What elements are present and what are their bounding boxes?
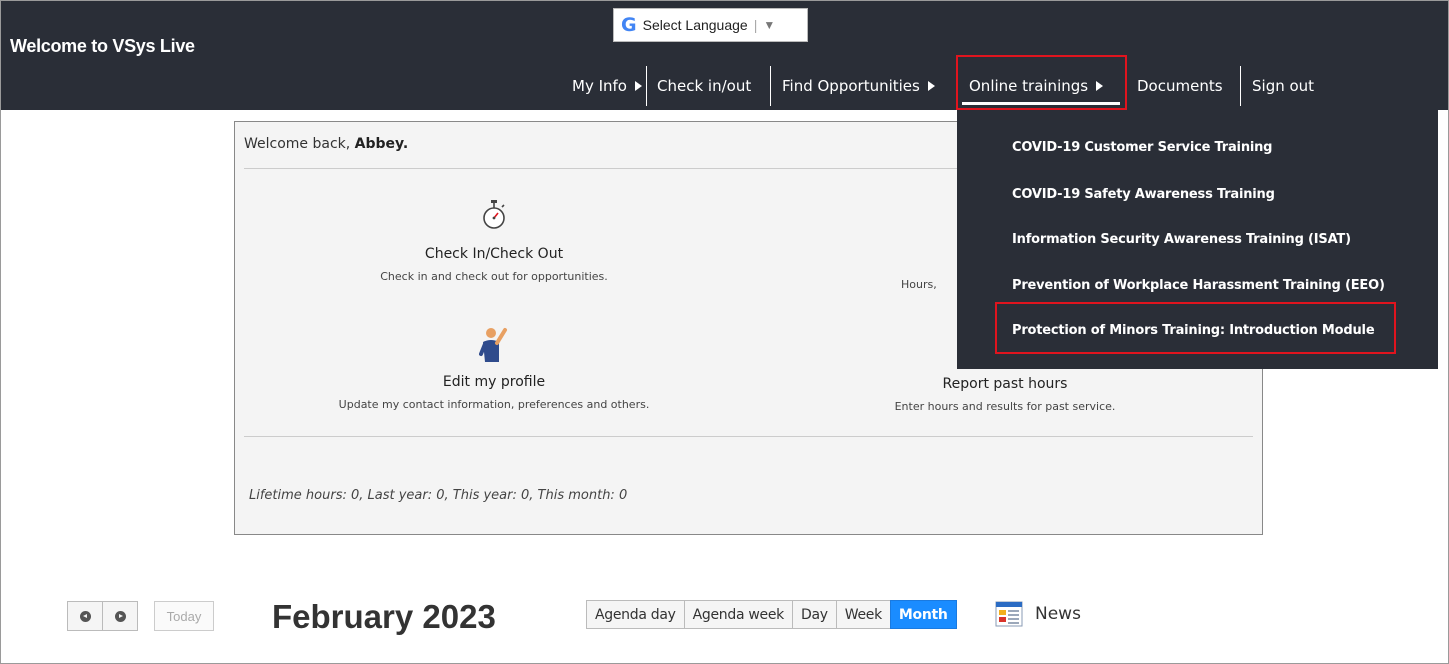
- view-agenda-week[interactable]: Agenda week: [683, 600, 793, 629]
- calendar-view-switcher: Agenda day Agenda week Day Week Month: [586, 600, 957, 629]
- next-month-button[interactable]: [102, 601, 138, 631]
- nav-find-opportunities[interactable]: Find Opportunities: [782, 66, 935, 106]
- tile-edit-profile-title: Edit my profile: [442, 374, 546, 390]
- language-label: Select Language: [642, 17, 748, 33]
- tile-hours-desc: Hours,: [901, 278, 937, 291]
- calendar-title: February 2023: [272, 598, 496, 635]
- caret-right-icon: [634, 81, 642, 91]
- lifetime-hours: Lifetime hours: 0, Last year: 0, This ye…: [249, 488, 628, 503]
- tile-report-title: Report past hours: [942, 376, 1068, 392]
- highlight-protection-of-minors: [995, 302, 1396, 354]
- nav-sign-out-label: Sign out: [1252, 77, 1315, 95]
- nav-documents[interactable]: Documents: [1137, 66, 1223, 106]
- view-agenda-day[interactable]: Agenda day: [586, 600, 685, 629]
- today-button[interactable]: Today: [154, 601, 214, 631]
- welcome-message: Welcome back, Abbey.: [244, 136, 408, 152]
- language-divider: |: [753, 17, 758, 33]
- highlight-online-trainings: [956, 55, 1127, 110]
- menu-item-covid-customer-service[interactable]: COVID-19 Customer Service Training: [1012, 140, 1272, 155]
- nav-my-info-label: My Info: [572, 77, 627, 95]
- view-week[interactable]: Week: [835, 600, 891, 629]
- nav-divider: [1240, 66, 1241, 106]
- nav-check-in-out-label: Check in/out: [657, 77, 752, 95]
- newspaper-icon: [995, 601, 1023, 627]
- view-day[interactable]: Day: [791, 600, 837, 629]
- nav-check-in-out[interactable]: Check in/out: [657, 66, 751, 106]
- tile-check-in-out-desc: Check in and check out for opportunities…: [380, 270, 608, 283]
- menu-item-isat[interactable]: Information Security Awareness Training …: [1012, 232, 1351, 247]
- caret-right-icon: [927, 81, 935, 91]
- divider: [244, 436, 1253, 437]
- nav-my-info[interactable]: My Info: [572, 66, 642, 106]
- nav-divider: [646, 66, 647, 106]
- news-label: News: [1035, 604, 1081, 624]
- tile-report-desc: Enter hours and results for past service…: [894, 400, 1116, 413]
- nav-documents-label: Documents: [1137, 77, 1223, 95]
- tile-edit-profile-desc: Update my contact information, preferenc…: [338, 398, 650, 411]
- main-nav: My Info Check in/out Find Opportunities …: [0, 66, 1449, 106]
- stopwatch-icon: [483, 200, 505, 229]
- nav-divider: [770, 66, 771, 106]
- top-header: Welcome to VSys Live G Select Language |…: [0, 0, 1449, 110]
- news-link[interactable]: News: [995, 601, 1081, 627]
- tile-edit-profile[interactable]: Edit my profile Update my contact inform…: [314, 326, 674, 411]
- dropdown-arrow-icon: ▼: [763, 18, 776, 32]
- language-selector[interactable]: G Select Language | ▼: [613, 8, 808, 42]
- person-waving-icon: [479, 328, 507, 362]
- prev-month-button[interactable]: [67, 601, 103, 631]
- chevron-right-icon: [114, 610, 126, 622]
- welcome-prefix: Welcome back,: [244, 136, 355, 152]
- view-month[interactable]: Month: [889, 600, 957, 629]
- nav-sign-out[interactable]: Sign out: [1252, 66, 1314, 106]
- tile-check-in-out[interactable]: Check In/Check Out Check in and check ou…: [314, 198, 674, 283]
- user-name: Abbey.: [354, 136, 409, 152]
- tile-report-past-hours[interactable]: Report past hours Enter hours and result…: [825, 376, 1185, 413]
- menu-item-eeo[interactable]: Prevention of Workplace Harassment Train…: [1012, 278, 1385, 293]
- nav-find-opportunities-label: Find Opportunities: [782, 77, 920, 95]
- site-title: Welcome to VSys Live: [10, 36, 195, 56]
- tile-check-in-out-title: Check In/Check Out: [424, 246, 564, 262]
- menu-item-covid-safety[interactable]: COVID-19 Safety Awareness Training: [1012, 187, 1275, 202]
- google-logo-icon: G: [621, 14, 637, 36]
- chevron-left-icon: [79, 610, 91, 622]
